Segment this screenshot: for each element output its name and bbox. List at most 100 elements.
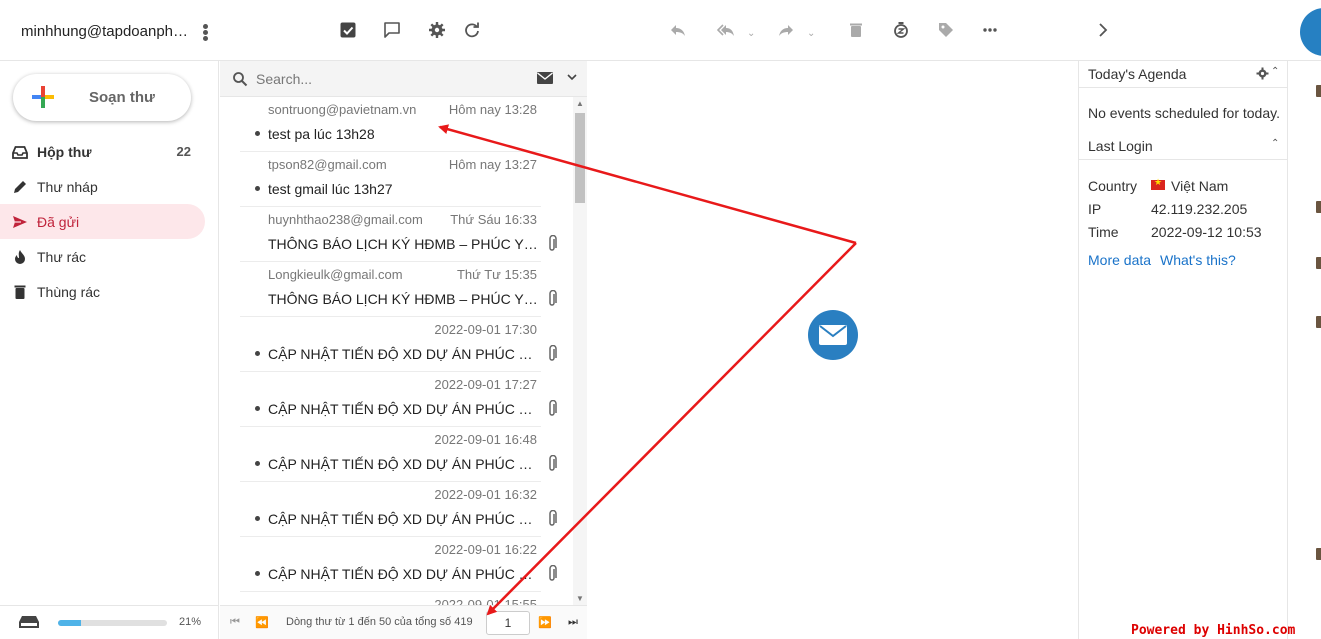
message-from: Longkieulk@gmail.com [268,267,403,282]
refresh-icon[interactable] [462,20,482,40]
message-subject: THÔNG BÁO LỊCH KÝ HĐMB – PHÚC YÊN CITY [268,236,538,252]
snooze-icon[interactable] [891,20,911,40]
agenda-header: Today's Agenda ⌃ [1079,61,1287,88]
message-row[interactable]: tpson82@gmail.com Hôm nay 13:27 test gma… [240,152,541,207]
tag-icon[interactable] [936,20,956,40]
message-row[interactable]: 2022-09-01 15:55 [240,592,541,605]
envelope-icon[interactable] [536,71,554,85]
side-icon[interactable] [1316,548,1321,560]
message-subject: CẬP NHẬT TIẾN ĐỘ XD DỰ ÁN PHÚC YÊN CITY [268,566,538,582]
folder-label: Thư nháp [37,178,98,195]
side-icon[interactable] [1316,85,1321,97]
search-icon[interactable] [232,71,248,87]
preview-pane [588,61,1078,639]
message-row[interactable]: 2022-09-01 16:22 CẬP NHẬT TIẾN ĐỘ XD DỰ … [240,537,557,592]
collapse-icon[interactable]: ⌃ [1271,66,1279,77]
message-subject: CẬP NHẬT TIẾN ĐỘ XD DỰ ÁN PHÚC YÊN CITY [268,346,538,362]
message-row[interactable]: Longkieulk@gmail.com Thứ Tư 15:35 THÔNG … [240,262,557,317]
unread-count: 22 [176,144,191,159]
unread-dot-icon [255,461,260,466]
message-date: Thứ Sáu 16:33 [450,212,537,227]
first-page-icon[interactable]: ⏮ [228,615,242,629]
folder-label: Hộp thư [37,143,92,160]
quota-percent: 21% [179,616,202,628]
attachment-icon [549,345,557,361]
whats-this-link[interactable]: What's this? [1160,252,1236,268]
message-row[interactable]: 2022-09-01 17:30 CẬP NHẬT TIẾN ĐỘ XD DỰ … [240,317,557,372]
chevron-down-icon[interactable] [566,70,578,84]
last-login-header[interactable]: Last Login ⌃ [1079,133,1287,160]
side-icon[interactable] [1316,316,1321,328]
folder-sent[interactable]: Đã gửi [0,204,205,239]
reply-all-icon[interactable] [716,20,736,40]
more-icon[interactable] [980,20,1000,40]
reply-icon[interactable] [668,20,688,40]
last-login-time: Time 2022-09-12 10:53 [1088,224,1262,240]
message-date: Thứ Tư 15:35 [456,267,537,282]
forward-caret-icon[interactable]: ⌄ [807,28,815,39]
message-from: huynhthao238@gmail.com [268,212,423,227]
compose-button[interactable]: Soạn thư [13,74,191,121]
compose-label: Soạn thư [89,89,155,106]
message-row[interactable]: 2022-09-01 16:32 CẬP NHẬT TIẾN ĐỘ XD DỰ … [240,482,557,537]
settings-icon[interactable] [427,20,447,40]
folder-label: Thùng rác [37,283,101,300]
gear-icon[interactable] [1256,67,1269,80]
top-toolbar: minhhung@tapdoanphucy... ⌄ ⌄ [0,0,1321,61]
chat-icon[interactable] [382,20,402,40]
select-all-icon[interactable] [338,20,358,40]
folder-trash[interactable]: Thùng rác [0,274,205,309]
message-date: 2022-09-01 17:27 [434,377,537,392]
flame-icon [11,248,29,266]
side-icon[interactable] [1316,201,1321,213]
message-date: Hôm nay 13:28 [448,102,537,117]
last-login-country: Country Việt Nam [1088,177,1228,194]
collapse-icon[interactable]: ⌃ [1271,138,1279,149]
message-rows: sontruong@pavietnam.vn Hôm nay 13:28 tes… [220,97,573,605]
last-page-icon[interactable]: ⏭ [566,615,580,629]
folder-inbox[interactable]: Hộp thư 22 [0,134,205,169]
side-icon[interactable] [1316,257,1321,269]
search-bar [220,61,587,97]
scroll-up-icon[interactable]: ▲ [576,99,584,108]
next-page-icon[interactable]: ⏩ [538,615,552,629]
folder-drafts[interactable]: Thư nháp [0,169,205,204]
side-strip [1289,61,1321,639]
more-data-link[interactable]: More data [1088,252,1151,268]
unread-dot-icon [255,351,260,356]
trash-icon [11,283,29,301]
page-number-input[interactable] [486,611,530,635]
send-icon [11,213,29,231]
vietnam-flag-icon [1151,177,1165,190]
delete-icon[interactable] [846,20,866,40]
next-icon[interactable] [1092,20,1112,40]
attachment-icon [549,290,557,306]
message-row[interactable]: 2022-09-01 16:48 CẬP NHẬT TIẾN ĐỘ XD DỰ … [240,427,557,482]
attachment-icon [549,565,557,581]
message-date: 2022-09-01 17:30 [434,322,537,337]
attachment-icon [549,455,557,471]
unread-dot-icon [255,516,260,521]
message-row[interactable]: 2022-09-01 17:27 CẬP NHẬT TIẾN ĐỘ XD DỰ … [240,372,557,427]
message-list-scrollbar[interactable]: ▲ ▼ [573,97,587,605]
no-events-text: No events scheduled for today. [1088,105,1280,121]
attachment-icon [549,235,557,251]
agenda-title: Today's Agenda [1088,66,1187,82]
message-row[interactable]: sontruong@pavietnam.vn Hôm nay 13:28 tes… [240,97,541,152]
message-date: 2022-09-01 16:22 [434,542,537,557]
reply-all-caret-icon[interactable]: ⌄ [747,28,755,39]
last-login-ip: IP 42.119.232.205 [1088,201,1247,217]
scroll-down-icon[interactable]: ▼ [576,594,584,603]
account-menu-icon[interactable] [203,24,213,44]
scrollbar-thumb[interactable] [575,113,585,203]
message-row[interactable]: huynhthao238@gmail.com Thứ Sáu 16:33 THÔ… [240,207,557,262]
pagination: ⏮ ⏪ Dòng thư từ 1 đến 50 của tổng số 419… [220,605,587,639]
user-avatar[interactable] [1300,8,1321,56]
ip-value: 42.119.232.205 [1151,201,1248,217]
prev-page-icon[interactable]: ⏪ [255,615,269,629]
envelope-logo-icon [808,310,858,360]
folder-junk[interactable]: Thư rác [0,239,205,274]
search-input[interactable] [256,68,496,90]
account-email[interactable]: minhhung@tapdoanphucy... [21,23,196,40]
forward-icon[interactable] [776,20,796,40]
